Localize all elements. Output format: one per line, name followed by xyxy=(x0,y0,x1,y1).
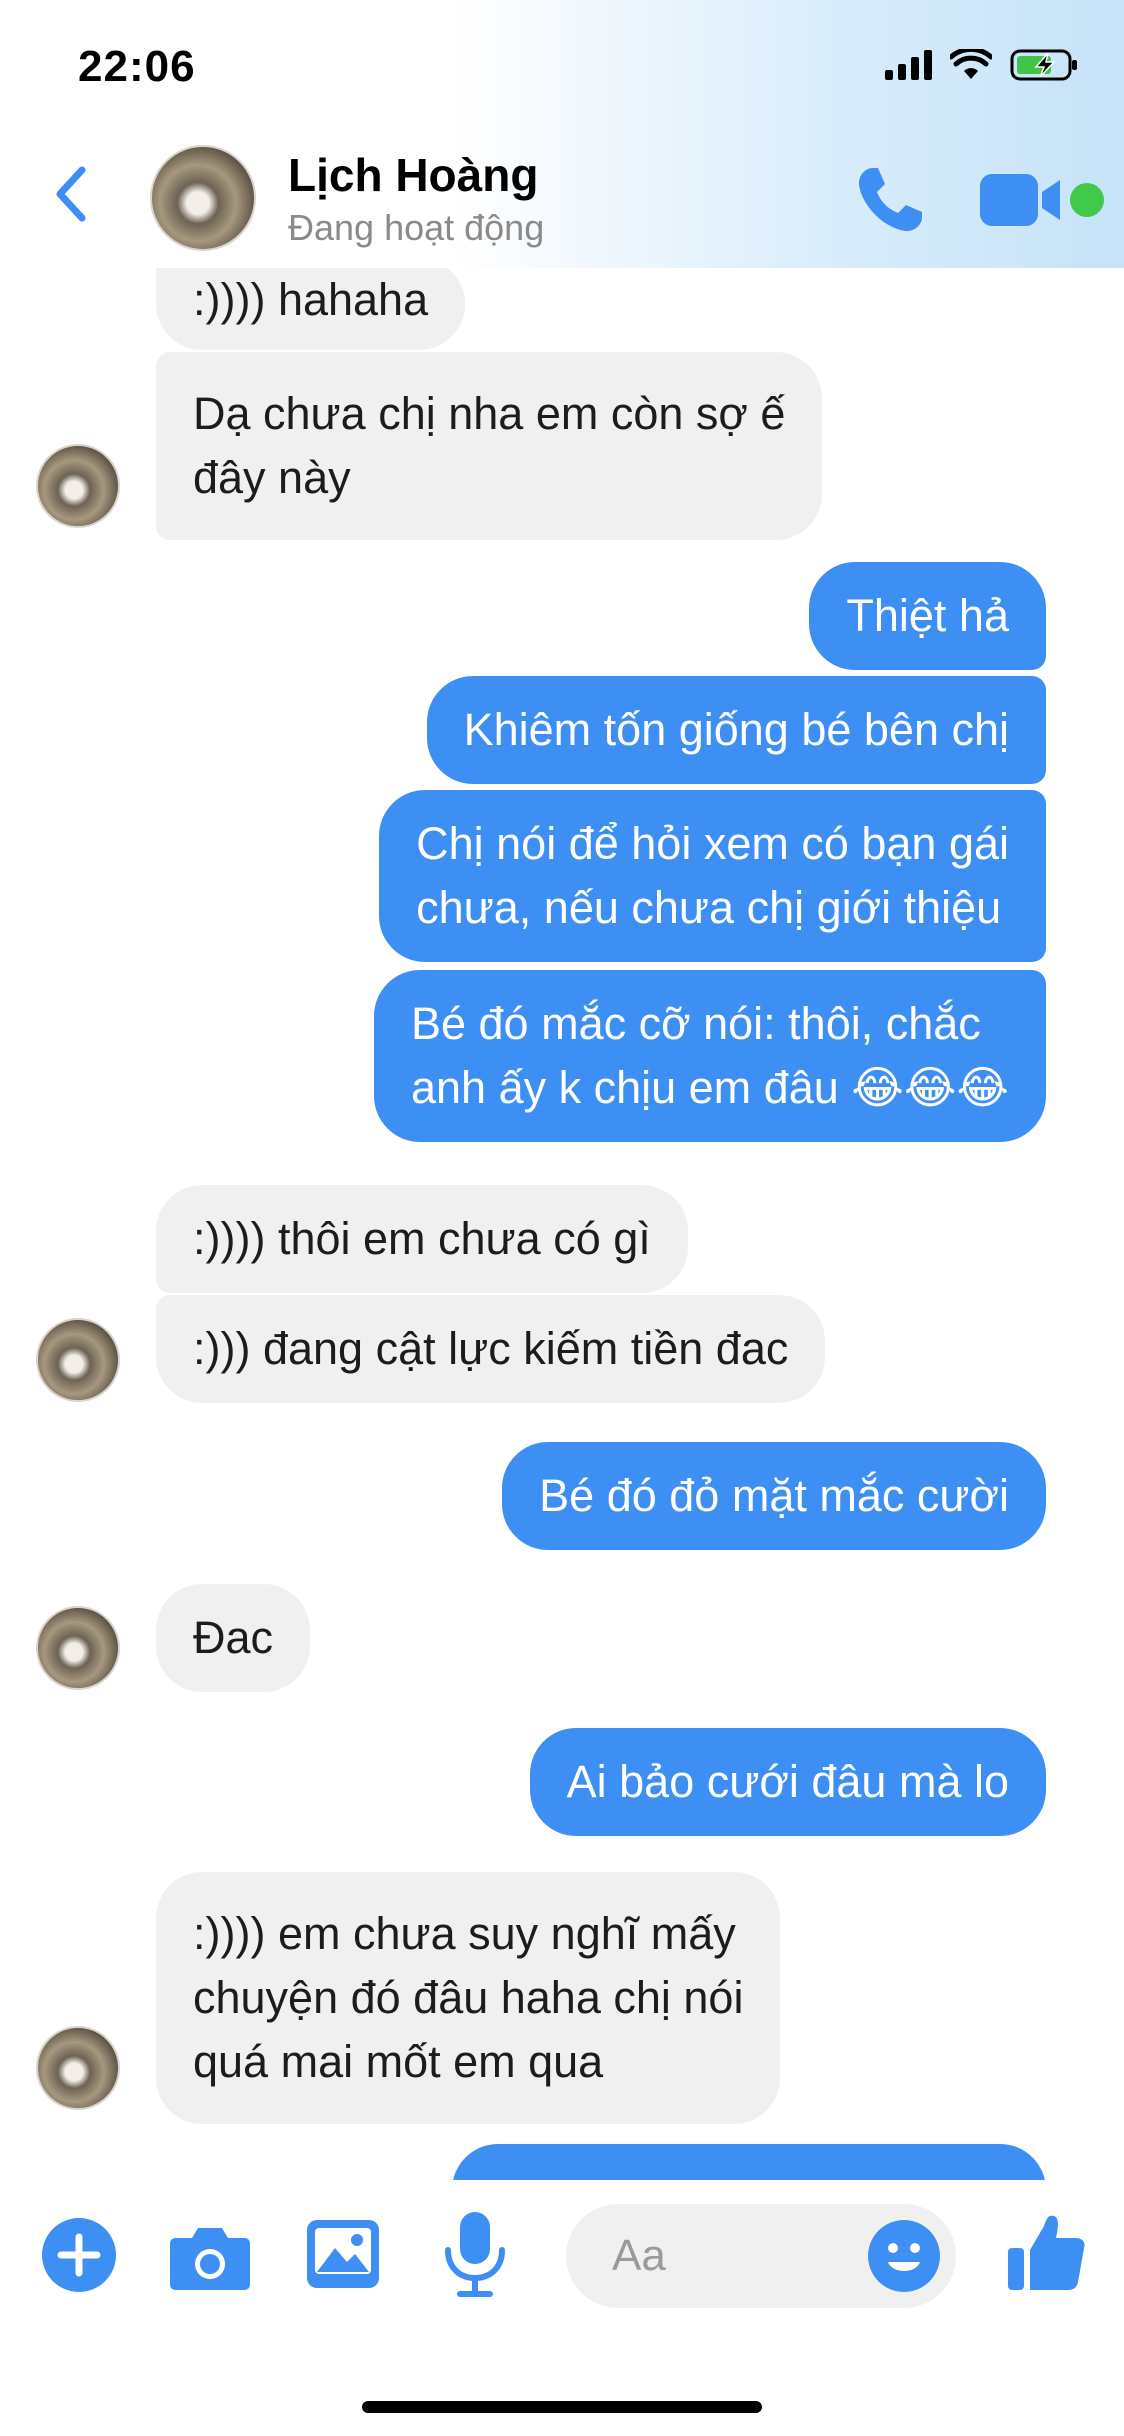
message-bubble-outgoing[interactable]: Ai bảo cưới đâu mà lo xyxy=(529,1728,1046,1836)
status-icons xyxy=(885,48,1080,82)
message-bubble-outgoing[interactable]: Chị nói để hỏi xem có bạn gái chưa, nếu … xyxy=(379,790,1046,962)
contact-active-status: Đang hoạt động xyxy=(288,207,545,248)
like-button[interactable] xyxy=(1004,2210,1088,2294)
message-thread[interactable]: :)))) hahaha Dạ chưa chị nha em còn sợ ế… xyxy=(0,0,1124,2180)
contact-avatar-header[interactable] xyxy=(150,145,256,251)
plus-icon xyxy=(57,2233,101,2277)
voice-call-button[interactable] xyxy=(850,160,930,240)
message-bubble-incoming[interactable]: :)))) em chưa suy nghĩ mấy chuyện đó đâu… xyxy=(156,1872,781,2124)
contact-avatar[interactable] xyxy=(36,2026,120,2110)
camera-icon xyxy=(170,2228,250,2290)
back-button[interactable] xyxy=(40,158,104,230)
message-text: Bé đó mắc cỡ nói: thôi, chắc anh ấy k ch… xyxy=(410,998,1009,1113)
contact-avatar[interactable] xyxy=(36,1606,120,1690)
home-indicator xyxy=(362,2401,762,2413)
message-bubble-outgoing[interactable]: Bé đó mắc cỡ nói: thôi, chắc anh ấy k ch… xyxy=(373,970,1046,1142)
message-bubble-outgoing[interactable]: Bé đó đỏ mặt mắc cười xyxy=(502,1442,1046,1550)
composer-bar xyxy=(0,2180,1124,2436)
message-bubble-incoming[interactable]: :)))) hahaha xyxy=(156,258,466,350)
message-text: Dạ chưa chị nha em còn sợ ế đây này xyxy=(193,388,786,503)
cellular-signal-icon xyxy=(885,50,932,80)
message-bubble-incoming[interactable]: Dạ chưa chị nha em còn sợ ế đây này xyxy=(156,352,823,540)
photo-gallery-button[interactable] xyxy=(305,2218,381,2290)
wifi-icon xyxy=(950,49,992,79)
thumbs-up-icon xyxy=(1008,2215,1085,2290)
chevron-left-icon xyxy=(56,166,86,222)
contact-avatar[interactable] xyxy=(36,1318,120,1402)
message-bubble-incoming[interactable]: :)))) thôi em chưa có gì xyxy=(156,1185,688,1293)
video-call-button[interactable] xyxy=(978,170,1064,230)
microphone-icon xyxy=(445,2212,505,2297)
contact-avatar[interactable] xyxy=(36,444,120,528)
emoji-icon xyxy=(868,2220,940,2292)
message-bubble-incoming[interactable]: Đac xyxy=(156,1584,311,1692)
status-time: 22:06 xyxy=(78,42,196,91)
image-icon xyxy=(307,2220,379,2288)
contact-name[interactable]: Lịch Hoàng xyxy=(288,148,538,202)
battery-charging-icon xyxy=(1010,49,1077,81)
message-bubble-outgoing[interactable]: Khiêm tốn giống bé bên chị xyxy=(426,676,1046,784)
online-status-dot xyxy=(1070,183,1104,217)
video-camera-icon xyxy=(980,174,1060,226)
emoji-button[interactable] xyxy=(866,2218,942,2294)
camera-button[interactable] xyxy=(168,2220,252,2294)
message-text: :)))) em chưa suy nghĩ mấy chuyện đó đâu… xyxy=(193,1908,744,2087)
message-text: Chị nói để hỏi xem có bạn gái chưa, nếu … xyxy=(416,818,1009,933)
more-actions-button[interactable] xyxy=(42,2218,116,2292)
message-bubble-outgoing[interactable] xyxy=(452,2144,1046,2180)
message-bubble-outgoing[interactable]: Thiệt hả xyxy=(809,562,1046,670)
message-bubble-incoming[interactable]: :))) đang cật lực kiếm tiền đac xyxy=(156,1295,826,1403)
phone-icon xyxy=(858,168,922,232)
voice-message-button[interactable] xyxy=(440,2210,510,2298)
